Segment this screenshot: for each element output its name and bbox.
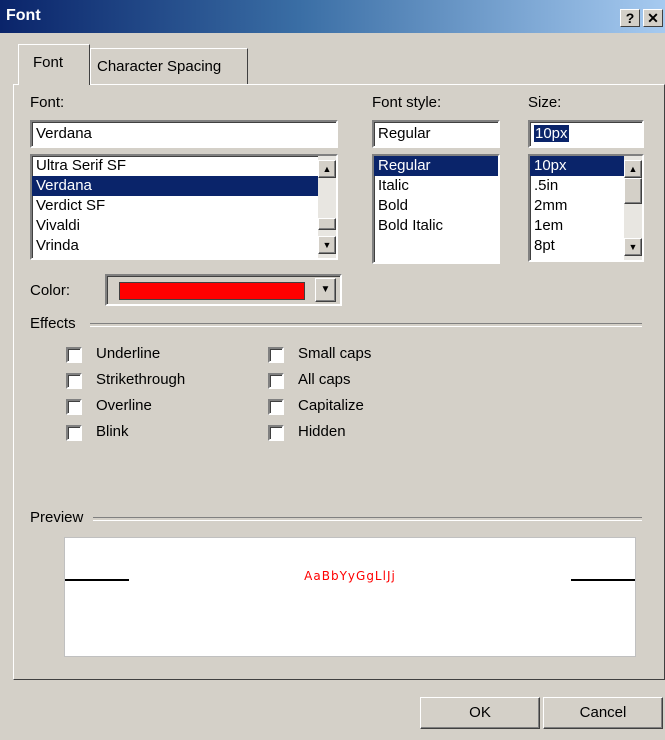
hidden-label: Hidden [298, 423, 346, 440]
small-caps-checkbox[interactable] [268, 347, 284, 363]
color-label: Color: [30, 282, 71, 299]
capitalize-checkbox[interactable] [268, 399, 284, 415]
font-style-input[interactable]: Regular [372, 120, 500, 148]
strikethrough-checkbox[interactable] [66, 373, 82, 389]
preview-sample-text: AaBbYyGgLlJj [304, 569, 396, 583]
font-list-item[interactable]: Vrinda [32, 236, 336, 256]
font-style-list[interactable]: Regular Italic Bold Bold Italic [372, 154, 500, 264]
all-caps-checkbox[interactable] [268, 373, 284, 389]
hidden-checkbox[interactable] [268, 425, 284, 441]
cancel-button[interactable]: Cancel [543, 697, 663, 729]
font-style-list-item[interactable]: Italic [374, 176, 498, 196]
tab-font[interactable]: Font [18, 44, 90, 85]
effects-divider [90, 323, 642, 327]
effects-group-label: Effects [30, 315, 76, 332]
font-style-list-item[interactable]: Regular [374, 156, 498, 176]
font-list-items: Ultra Serif SF Verdana Verdict SF Vivaldi Vr… [32, 156, 336, 256]
size-list-scroll-thumb[interactable] [624, 178, 642, 204]
font-style-list-item[interactable]: Bold Italic [374, 216, 498, 236]
scroll-up-arrow-icon[interactable]: ▲ [318, 160, 336, 178]
dropdown-arrow-icon[interactable]: ▼ [315, 278, 336, 302]
font-style-list-items: Regular Italic Bold Bold Italic [374, 156, 498, 236]
font-list-item[interactable]: Verdict SF [32, 196, 336, 216]
font-list-item[interactable]: Vivaldi [32, 216, 336, 236]
font-list-scroll-thumb[interactable] [318, 218, 336, 230]
preview-group-label: Preview [30, 509, 84, 526]
font-list-item[interactable]: Verdana [32, 176, 336, 196]
font-style-list-item[interactable]: Bold [374, 196, 498, 216]
all-caps-label: All caps [298, 371, 351, 388]
blink-checkbox[interactable] [66, 425, 82, 441]
font-list[interactable]: Ultra Serif SF Verdana Verdict SF Vivaldi Vr… [30, 154, 338, 260]
font-list-scrollbar[interactable]: ▲ ▼ [318, 156, 336, 258]
capitalize-label: Capitalize [298, 397, 364, 414]
preview-box: AaBbYyGgLlJj [64, 537, 636, 657]
ok-button[interactable]: OK [420, 697, 540, 729]
color-picker[interactable]: ▼ [105, 274, 342, 306]
overline-label: Overline [96, 397, 152, 414]
window-title: Font [6, 7, 41, 24]
scroll-down-arrow-icon[interactable]: ▼ [318, 236, 336, 254]
strikethrough-label: Strikethrough [96, 371, 186, 388]
size-list-scrollbar[interactable]: ▲ ▼ [624, 156, 642, 260]
underline-checkbox[interactable] [66, 347, 82, 363]
color-swatch [119, 282, 305, 300]
blink-label: Blink [96, 423, 129, 440]
overline-checkbox[interactable] [66, 399, 82, 415]
font-name-input[interactable]: Verdana [30, 120, 338, 148]
close-button[interactable]: ✕ [643, 9, 663, 27]
preview-divider [93, 517, 642, 521]
size-list[interactable]: 10px .5in 2mm 1em 8pt ▲ ▼ [528, 154, 644, 262]
size-label: Size: [528, 94, 562, 111]
help-button[interactable]: ? [620, 9, 640, 27]
tab-character-spacing[interactable]: Character Spacing [90, 48, 248, 84]
preview-baseline-right [571, 579, 635, 581]
small-caps-label: Small caps [298, 345, 372, 362]
size-input-selected-text: 10px [534, 125, 569, 142]
size-input[interactable]: 10px [528, 120, 644, 148]
underline-label: Underline [96, 345, 161, 362]
font-style-label: Font style: [372, 94, 442, 111]
font-label: Font: [30, 94, 65, 111]
scroll-up-arrow-icon[interactable]: ▲ [624, 160, 642, 178]
scroll-down-arrow-icon[interactable]: ▼ [624, 238, 642, 256]
font-list-item[interactable]: Ultra Serif SF [32, 156, 336, 176]
title-bar: Font ? ✕ [0, 0, 665, 33]
